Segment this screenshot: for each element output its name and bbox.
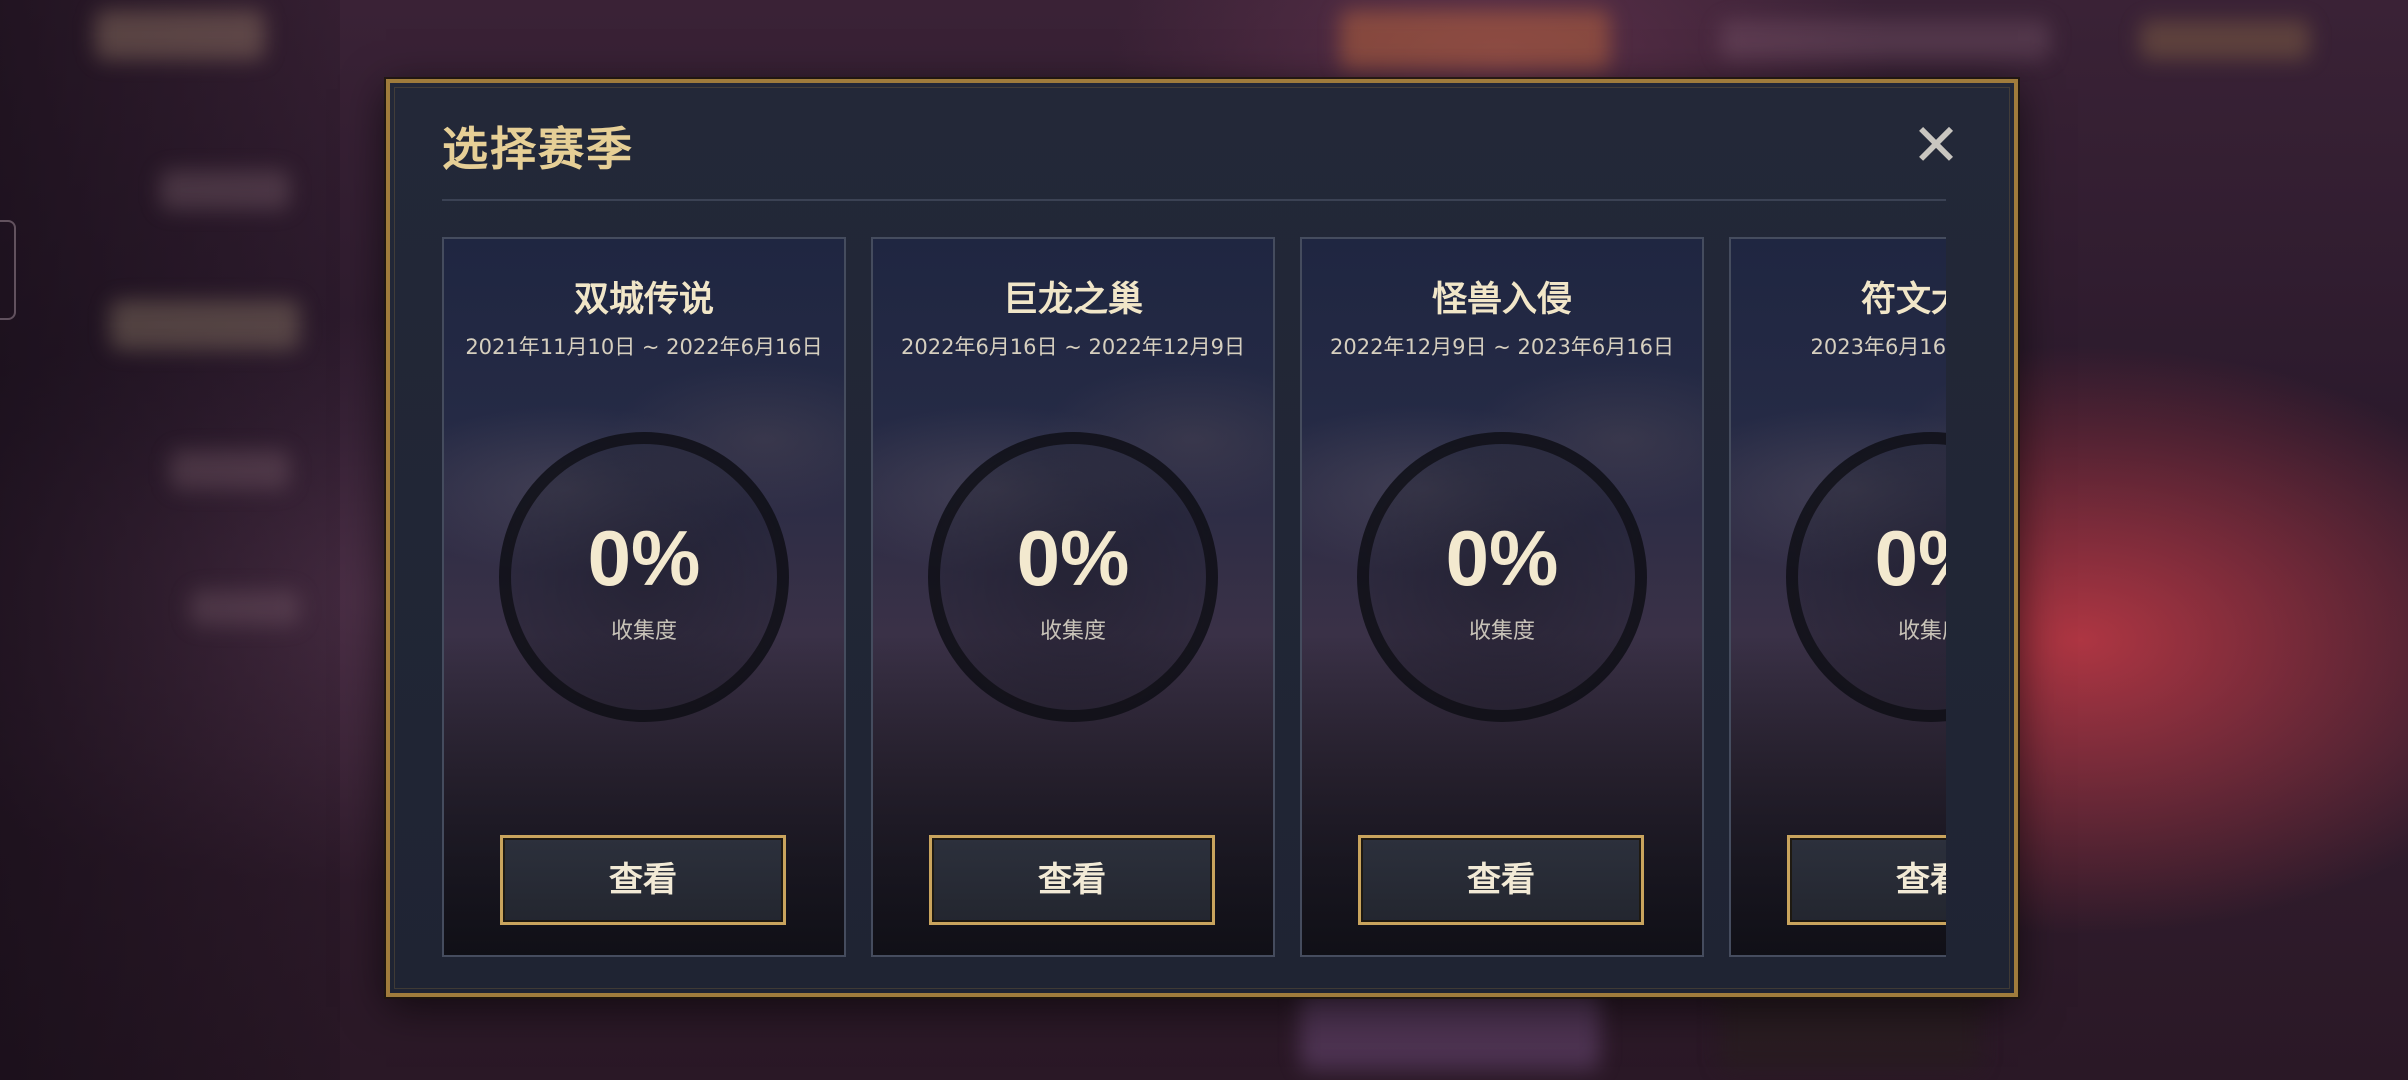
background-blur-block <box>95 10 265 60</box>
background-blur-block <box>110 300 300 350</box>
collection-percent: 0% <box>587 514 701 602</box>
background-blur-block <box>160 170 290 210</box>
background-blur-block <box>1720 990 1980 1070</box>
background-blur-block <box>190 590 300 626</box>
season-name: 符文大陆 <box>1860 280 1946 320</box>
close-icon[interactable]: ✕ <box>1908 116 1964 174</box>
season-card[interactable]: 巨龙之巢 2022年6月16日 ~ 2022年12月9日 0% 收集度 查看 <box>871 237 1275 957</box>
season-dates: 2021年11月10日 ~ 2022年6月16日 <box>465 335 823 359</box>
season-card[interactable]: 双城传说 2021年11月10日 ~ 2022年6月16日 0% 收集度 查看 <box>442 237 846 957</box>
view-button[interactable]: 查看 <box>500 835 786 925</box>
season-dates: 2022年6月16日 ~ 2022年12月9日 <box>901 335 1245 359</box>
view-button[interactable]: 查看 <box>929 835 1215 925</box>
background-side-menu <box>0 0 340 1080</box>
collection-label: 收集度 <box>1468 619 1535 644</box>
dialog-title: 选择赛季 <box>442 122 634 176</box>
season-card-list[interactable]: 双城传说 2021年11月10日 ~ 2022年6月16日 0% 收集度 查看 … <box>442 237 1946 957</box>
season-card[interactable]: 符文大陆 2023年6月16日 ~ 2023 0% 收集度 查看 <box>1729 237 1946 957</box>
season-name: 怪兽入侵 <box>1431 280 1572 320</box>
background-blur-block <box>1340 10 1610 70</box>
collection-percent: 0% <box>1445 514 1559 602</box>
collection-percent: 0% <box>1874 514 1946 602</box>
side-tab-frame <box>0 220 16 320</box>
background-blur-block <box>1720 20 2050 60</box>
collection-percent: 0% <box>1016 514 1130 602</box>
background-blur-block <box>1300 990 1600 1070</box>
select-season-dialog: 选择赛季 ✕ 双城传说 2021年11月10日 ~ 2022年6月16日 0% … <box>386 79 2018 997</box>
season-name: 双城传说 <box>573 280 714 320</box>
background-blur-block <box>170 450 290 490</box>
view-button[interactable]: 查看 <box>1787 835 1946 925</box>
collection-label: 收集度 <box>1897 619 1946 644</box>
collection-label: 收集度 <box>1039 619 1106 644</box>
season-name: 巨龙之巢 <box>1002 280 1143 320</box>
background-blur-block <box>2140 20 2310 60</box>
season-dates: 2022年12月9日 ~ 2023年6月16日 <box>1330 335 1674 359</box>
season-dates: 2023年6月16日 ~ 2023 <box>1810 335 1946 359</box>
season-card[interactable]: 怪兽入侵 2022年12月9日 ~ 2023年6月16日 0% 收集度 查看 <box>1300 237 1704 957</box>
title-divider <box>442 199 1946 201</box>
view-button[interactable]: 查看 <box>1358 835 1644 925</box>
collection-label: 收集度 <box>610 619 677 644</box>
